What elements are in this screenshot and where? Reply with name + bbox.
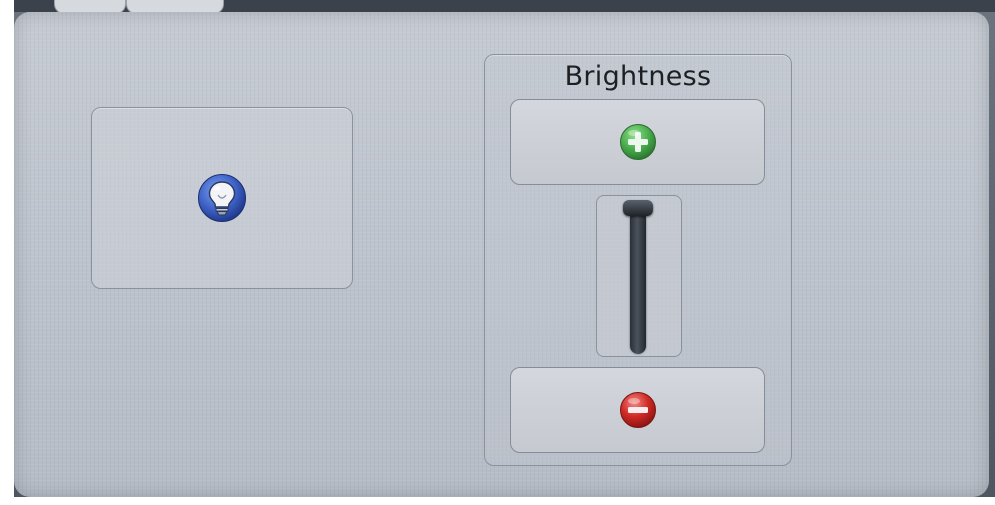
touch-screen: Brightness: [14, 12, 989, 497]
minus-icon: [619, 392, 656, 428]
brightness-group: Brightness: [484, 54, 792, 466]
slider-track[interactable]: [630, 210, 646, 354]
decrease-brightness-button[interactable]: [510, 367, 765, 453]
plus-icon: [619, 124, 656, 160]
brightness-title: Brightness: [564, 61, 712, 92]
increase-brightness-button[interactable]: [510, 99, 765, 185]
bottom-margin: [0, 497, 995, 505]
slider-handle[interactable]: [623, 200, 653, 216]
light-toggle-button[interactable]: [91, 107, 353, 289]
left-margin: [0, 0, 14, 505]
top-strip: [14, 0, 995, 14]
light-bulb-icon: [198, 174, 246, 222]
brightness-slider[interactable]: [596, 195, 682, 357]
